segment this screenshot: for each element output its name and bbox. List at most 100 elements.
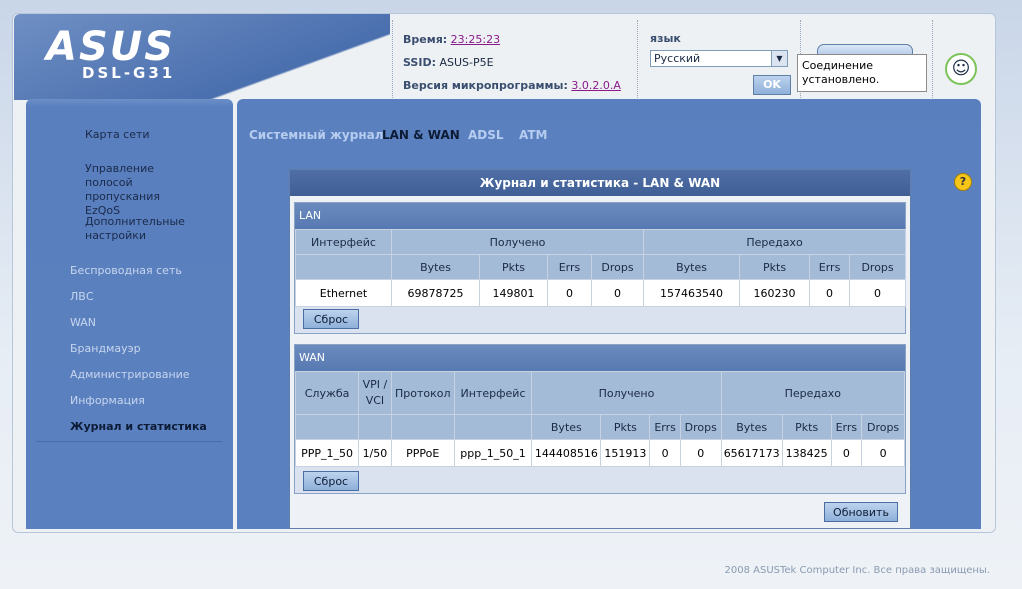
wan-cell: ppp_1_50_1	[453, 439, 533, 467]
lan-subheader: Drops	[849, 254, 907, 280]
lan-reset-button[interactable]: Сброс	[303, 309, 359, 329]
content-body: Журнал и статистика - LAN & WAN LAN Инте…	[237, 151, 981, 529]
wan-col-interface: Интерфейс	[453, 371, 533, 415]
wan-col-sent: Передаxо	[720, 371, 906, 415]
copyright: 2008 ASUSTek Computer Inc. Все права защ…	[724, 565, 991, 576]
wan-col-received: Получено	[531, 371, 722, 415]
status-info: Время: 23:25:23 SSID: ASUS-P5E Версия ми…	[403, 28, 621, 97]
chevron-down-icon[interactable]: ▼	[771, 51, 787, 66]
sidebar: Карта сети Управление полосой пропускани…	[26, 99, 233, 529]
sidebar-item-administration[interactable]: Администрирование	[70, 368, 190, 381]
header-divider	[392, 20, 393, 98]
lan-cell: 157463540	[643, 279, 741, 307]
language-value: Русский	[654, 52, 701, 65]
connection-status-icon[interactable]: ☺	[945, 53, 977, 85]
wan-cell: 0	[830, 439, 863, 467]
table-row: PPP_1_50 1/50 PPPoE ppp_1_50_1 144408516…	[294, 439, 905, 467]
language-ok-button[interactable]: OK	[753, 75, 791, 95]
sidebar-item-wan[interactable]: WAN	[70, 316, 96, 329]
wan-cell: 1/50	[358, 439, 392, 467]
tab-bar: Системный журнал LAN & WAN ADSL ATM	[237, 99, 981, 151]
wan-col-service: Служба	[294, 371, 360, 415]
time-label: Время:	[403, 33, 448, 46]
tab-system-log[interactable]: Системный журнал	[249, 128, 384, 142]
lan-subheader: Drops	[590, 254, 645, 280]
lan-subheader: Bytes	[391, 254, 480, 280]
lan-subheader-empty	[295, 254, 392, 280]
lan-cell: 0	[809, 279, 851, 307]
wan-subheader: Errs	[649, 414, 681, 440]
wan-cell: 65617173	[720, 439, 783, 467]
lan-section: LAN Интерфейс Получено Передаxо Bytes Pk…	[294, 202, 907, 334]
main-content: Системный журнал LAN & WAN ADSL ATM Журн…	[237, 99, 981, 529]
help-icon[interactable]: ?	[954, 173, 972, 191]
wan-cell: 144408516	[531, 439, 602, 467]
lan-section-title: LAN	[295, 203, 905, 229]
lan-col-sent: Передаxо	[643, 229, 907, 255]
header-divider	[932, 20, 933, 98]
time-link[interactable]: 23:25:23	[451, 33, 500, 46]
lan-cell: 160230	[739, 279, 811, 307]
model-name: DSL-G31	[82, 64, 176, 82]
lan-cell: 149801	[479, 279, 548, 307]
wan-col-vpi-vci: VPI / VCI	[358, 371, 392, 415]
lan-col-received: Получено	[390, 229, 645, 255]
table-row: Ethernet 69878725 149801 0 0 157463540 1…	[295, 279, 907, 307]
wan-subheader-empty	[294, 414, 360, 440]
panel-title: Журнал и статистика - LAN & WAN	[290, 170, 910, 196]
wan-table: Служба VPI / VCI Протокол Интерфейс Полу…	[294, 371, 906, 467]
wan-cell: 151913	[600, 439, 651, 467]
lan-cell: 0	[849, 279, 907, 307]
sidebar-item-information[interactable]: Информация	[70, 394, 145, 407]
wan-section: WAN Служба VPI / VCI Протокол Интерфейс …	[294, 344, 906, 494]
sidebar-item-wireless[interactable]: Беспроводная сеть	[70, 264, 182, 277]
firmware-label: Версия микропрограммы:	[403, 79, 568, 92]
sidebar-item-network-map[interactable]: Карта сети	[85, 128, 150, 142]
brand-logo: ASUS DSL-G31	[14, 14, 390, 100]
lan-cell: 69878725	[391, 279, 480, 307]
wan-section-title: WAN	[295, 345, 905, 371]
sidebar-item-lan[interactable]: ЛВС	[70, 290, 94, 303]
lan-subheader: Pkts	[479, 254, 548, 280]
wan-subheader-empty	[390, 414, 455, 440]
firmware-link[interactable]: 3.0.2.0.A	[571, 79, 621, 92]
tab-adsl[interactable]: ADSL	[468, 128, 504, 142]
lan-cell: Ethernet	[295, 279, 392, 307]
wan-reset-button[interactable]: Сброс	[303, 471, 359, 491]
wan-subheader: Bytes	[531, 414, 602, 440]
refresh-button[interactable]: Обновить	[824, 502, 898, 522]
lan-subheader: Errs	[809, 254, 851, 280]
language-label: язык	[650, 32, 681, 45]
sidebar-item-advanced[interactable]: Дополнительные настройки	[85, 215, 195, 243]
wan-col-protocol: Протокол	[390, 371, 455, 415]
lan-cell: 0	[590, 279, 645, 307]
lan-cell: 0	[547, 279, 592, 307]
wan-subheader: Pkts	[781, 414, 832, 440]
wan-cell: PPP_1_50	[294, 439, 360, 467]
sidebar-item-firewall[interactable]: Брандмауэр	[70, 342, 141, 355]
wan-cell: 138425	[781, 439, 832, 467]
wan-subheader: Drops	[861, 414, 905, 440]
wan-cell: 0	[649, 439, 681, 467]
language-select[interactable]: Русский ▼	[650, 50, 788, 67]
wan-subheader: Pkts	[600, 414, 651, 440]
lan-subheader: Errs	[547, 254, 592, 280]
wan-cell: PPPoE	[390, 439, 455, 467]
connection-tooltip: Соединение установлено.	[797, 54, 927, 92]
ssid-label: SSID:	[403, 56, 436, 69]
sidebar-item-ezqos[interactable]: Управление полосой пропускания EzQoS	[85, 162, 195, 218]
tab-lan-wan[interactable]: LAN & WAN	[382, 128, 460, 142]
tab-atm[interactable]: ATM	[519, 128, 547, 142]
lan-subheader: Bytes	[643, 254, 741, 280]
wan-subheader: Drops	[679, 414, 722, 440]
wan-cell: 0	[861, 439, 905, 467]
wan-subheader-empty	[453, 414, 533, 440]
sidebar-item-log-stats[interactable]: Журнал и статистика	[70, 420, 207, 433]
lan-subheader: Pkts	[739, 254, 811, 280]
ssid-value: ASUS-P5E	[439, 56, 494, 69]
stats-panel: Журнал и статистика - LAN & WAN LAN Инте…	[289, 169, 911, 529]
lan-col-interface: Интерфейс	[295, 229, 392, 255]
lan-table: Интерфейс Получено Передаxо Bytes Pkts E…	[295, 229, 907, 307]
header-divider	[637, 20, 638, 98]
wan-subheader-empty	[358, 414, 392, 440]
